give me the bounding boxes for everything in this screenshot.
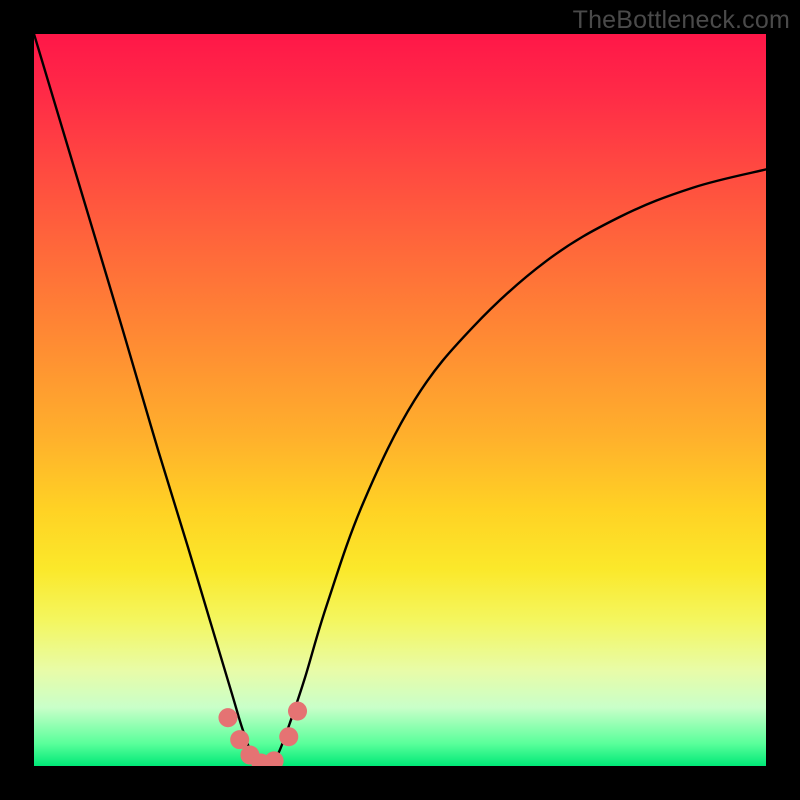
chart-frame: TheBottleneck.com xyxy=(0,0,800,800)
bottleneck-curve xyxy=(34,34,766,766)
curve-marker xyxy=(265,751,284,766)
curve-marker xyxy=(288,702,307,721)
plot-area xyxy=(34,34,766,766)
curve-marker xyxy=(279,727,298,746)
watermark-text: TheBottleneck.com xyxy=(573,6,790,35)
curve-marker xyxy=(218,708,237,727)
bottleneck-curve-svg xyxy=(34,34,766,766)
curve-markers xyxy=(218,702,307,766)
curve-group xyxy=(34,34,766,766)
